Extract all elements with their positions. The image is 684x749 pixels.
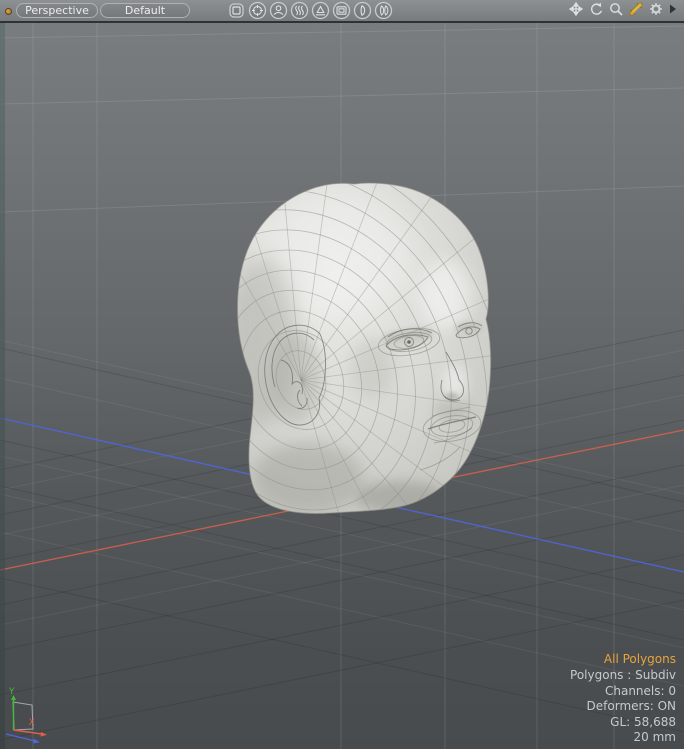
z-axis-arrow — [6, 734, 40, 743]
fit-view-icon[interactable] — [628, 1, 644, 17]
head-model[interactable] — [4, 0, 663, 739]
fur-visibility-icon[interactable] — [290, 1, 309, 20]
grid-size-status: 20 mm — [570, 730, 676, 746]
channels-status: Channels: 0 — [570, 684, 676, 700]
viewport-toolbar: Perspective Default — [0, 0, 684, 23]
viewport-status-readout: All Polygons Polygons : Subdiv Channels:… — [570, 652, 676, 746]
rotate-view-icon[interactable] — [588, 1, 604, 17]
viewport-type-button[interactable]: Perspective — [16, 3, 98, 18]
viewport-menu-arrow-icon[interactable] — [668, 2, 678, 16]
zoom-icon[interactable] — [608, 1, 624, 17]
shading-mode-button[interactable]: Default — [100, 3, 190, 18]
action-center-icon[interactable] — [248, 1, 267, 20]
3d-viewport-window: Perspective Default — [0, 0, 684, 749]
viewport-state-dot[interactable] — [5, 8, 12, 15]
pan-icon[interactable] — [568, 1, 584, 17]
render-region-icon[interactable] — [227, 1, 246, 20]
items-visibility-icon[interactable] — [269, 1, 288, 20]
svg-text:Y: Y — [9, 687, 15, 697]
viewport-left-edge-shade — [0, 23, 5, 749]
backdrop-visibility-icon[interactable] — [332, 1, 351, 20]
page-icon[interactable] — [353, 1, 372, 20]
gl-count-status: GL: 58,688 — [570, 715, 676, 731]
y-axis-arrow: Y — [9, 687, 16, 730]
lights-visibility-icon[interactable] — [311, 1, 330, 20]
selection-mode-status: All Polygons — [570, 652, 676, 668]
perspective-viewport[interactable] — [0, 0, 684, 749]
workplane-axis-gizmo: Y X — [2, 685, 64, 747]
x-axis-arrow: X — [14, 718, 48, 737]
item-type-status: Polygons : Subdiv — [570, 668, 676, 684]
svg-text:X: X — [29, 718, 35, 728]
deformers-status: Deformers: ON — [570, 699, 676, 715]
viewport-settings-gear-icon[interactable] — [648, 1, 664, 17]
book-icon[interactable] — [374, 1, 393, 20]
